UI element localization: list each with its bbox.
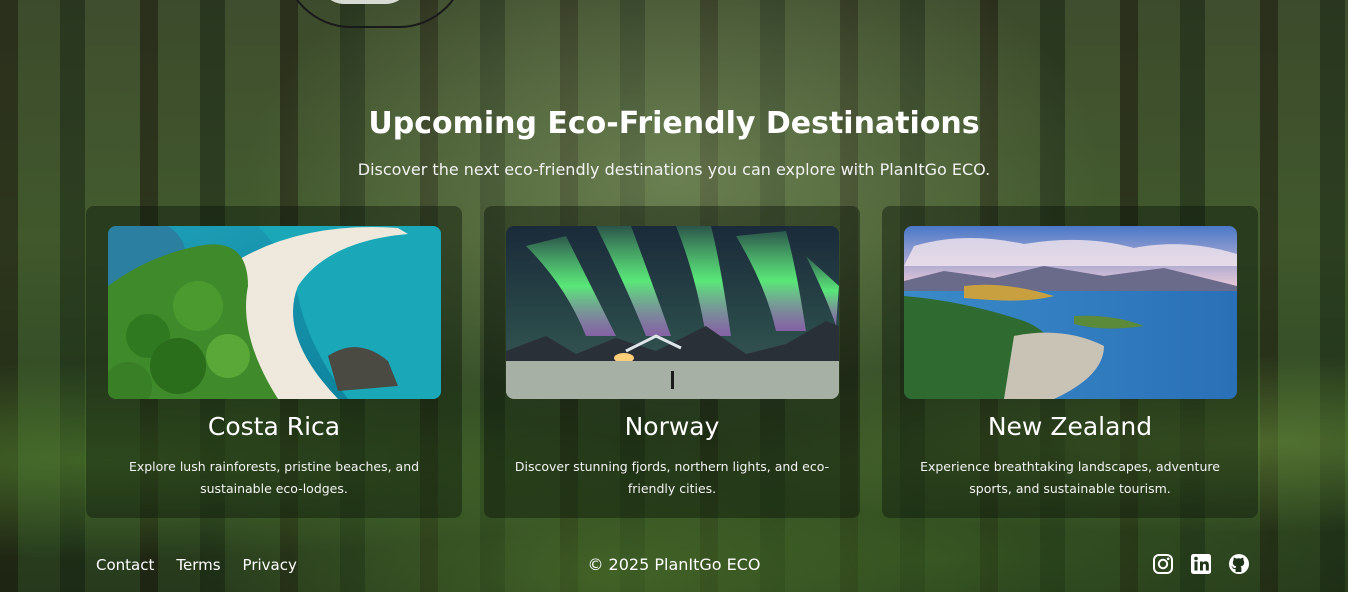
social-icons (1152, 553, 1250, 575)
card-title: Costa Rica (207, 412, 341, 441)
new-zealand-image (904, 226, 1237, 399)
footer-copyright: © 2025 PlanItGo ECO (587, 555, 761, 574)
card-description: Explore lush rainforests, pristine beach… (128, 459, 420, 496)
card-description: Experience breathtaking landscapes, adve… (920, 459, 1220, 496)
section-title: Upcoming Eco-Friendly Destinations (368, 106, 980, 141)
section-subtitle: Discover the next eco-friendly destinati… (357, 160, 991, 179)
destination-card-costa-rica[interactable]: Costa Rica Explore lush rainforests, pri… (86, 206, 462, 518)
card-description: Discover stunning fjords, northern light… (514, 459, 830, 496)
destination-card-new-zealand[interactable]: New Zealand Experience breathtaking land… (882, 206, 1258, 518)
card-title: New Zealand (987, 412, 1153, 441)
github-icon[interactable] (1228, 553, 1250, 575)
card-title: Norway (624, 412, 720, 441)
norway-image (506, 226, 839, 399)
costa-rica-image (108, 226, 441, 399)
destination-card-norway[interactable]: Norway Discover stunning fjords, norther… (484, 206, 860, 518)
linkedin-icon[interactable] (1190, 553, 1212, 575)
instagram-icon[interactable] (1152, 553, 1174, 575)
logo-arc (283, 0, 467, 28)
